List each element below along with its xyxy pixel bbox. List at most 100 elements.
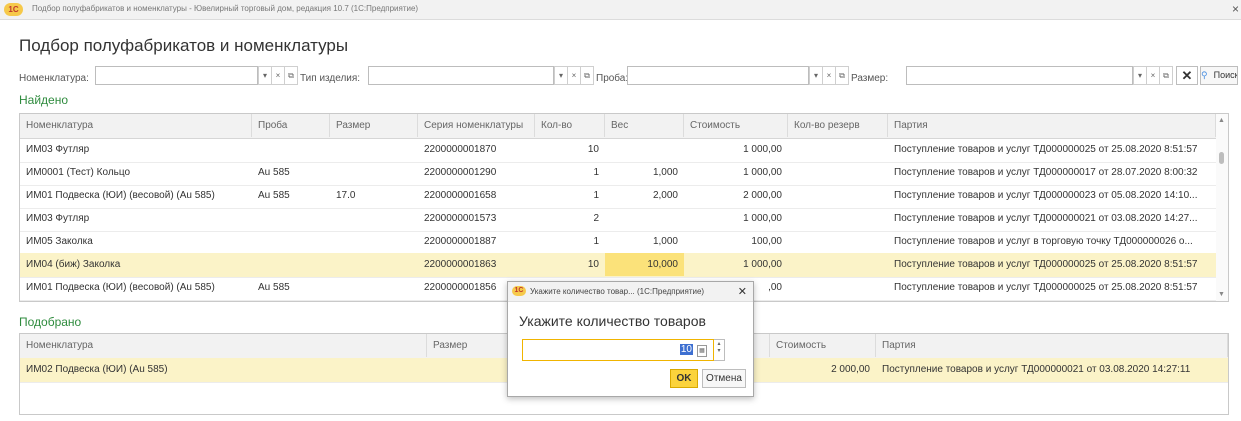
table-cell-reserve [788, 184, 888, 207]
found-column-header[interactable]: Партия [888, 114, 1216, 137]
table-row[interactable]: ИМ05 Заколка 2200000001887 1 1,000 100,00 Пос… [20, 230, 1228, 255]
table-cell-name: ИМ04 (биж) Заколка [26, 259, 121, 270]
found-table-header: Номенклатура Проба Размер Серия номенклатур… [20, 114, 1228, 139]
scroll-down-icon[interactable]: ▼ [1218, 291, 1225, 298]
table-row[interactable]: ИМ04 (биж) Заколка 2200000001863 10 10,000 1… [20, 253, 1228, 278]
table-cell-reserve [788, 230, 888, 253]
table-cell-series: 2200000001290 [424, 167, 497, 178]
nomenclature-filter-label: Номенклатура: [19, 73, 89, 84]
dropdown-icon[interactable]: ▾ [1133, 66, 1147, 85]
table-cell-reserve [788, 138, 888, 161]
table-cell-cost: 1 000,00 [743, 259, 782, 270]
found-column-header[interactable]: Серия номенклатуры [418, 114, 535, 137]
clear-icon[interactable]: × [1146, 66, 1160, 85]
open-icon[interactable]: ⧉ [580, 66, 594, 85]
found-column-header[interactable]: Кол-во [535, 114, 605, 137]
table-cell-qty: 1 [593, 167, 599, 178]
scroll-up-icon[interactable]: ▲ [1218, 117, 1225, 124]
table-cell-cost: 1 000,00 [743, 167, 782, 178]
table-cell-reserve [788, 253, 888, 276]
table-cell-reserve [788, 276, 888, 299]
app-logo-icon: 1C [512, 286, 526, 296]
table-row[interactable]: ИМ03 Футляр 2200000001573 2 1 000,00 Поступл… [20, 207, 1228, 232]
table-cell-reserve [788, 161, 888, 184]
app-logo-icon: 1C [4, 3, 23, 16]
selected-column-header[interactable]: Номенклатура [20, 334, 427, 357]
dropdown-icon[interactable]: ▾ [258, 66, 272, 85]
dialog-close-icon[interactable]: ✕ [738, 285, 747, 298]
assay-filter-input[interactable] [627, 66, 809, 85]
clear-filters-button[interactable]: ✕ [1176, 66, 1198, 85]
window-close-icon[interactable]: × [1232, 2, 1239, 16]
table-cell-cost: 1 000,00 [743, 213, 782, 224]
cancel-button[interactable]: Отмена [702, 369, 746, 388]
table-cell-batch: Поступление товаров и услуг ТД000000023 … [894, 190, 1198, 201]
calculator-icon[interactable]: ▦ [697, 345, 707, 357]
found-column-header[interactable]: Размер [330, 114, 418, 137]
open-icon[interactable]: ⧉ [1159, 66, 1173, 85]
found-column-header[interactable]: Номенклатура [20, 114, 252, 137]
quantity-value: 10 [679, 344, 693, 355]
table-cell-size: 17.0 [336, 190, 356, 201]
product-type-filter-input[interactable] [368, 66, 554, 85]
table-cell-assay: Au 585 [258, 167, 290, 178]
table-cell-weight: 1,000 [652, 167, 678, 178]
quantity-input[interactable]: 10 ▦ [522, 339, 714, 361]
table-cell-series: 2200000001870 [424, 144, 497, 155]
table-cell-weight [605, 138, 684, 161]
table-cell-batch: Поступление товаров и услуг ТД000000025 … [894, 144, 1198, 155]
table-cell-size [330, 276, 418, 299]
table-row[interactable]: ИМ0001 (Тест) Кольцо Au 585 2200000001290 1… [20, 161, 1228, 186]
open-icon[interactable]: ⧉ [284, 66, 298, 85]
size-filter-label: Размер: [851, 73, 889, 84]
table-cell-name: ИМ05 Заколка [26, 236, 93, 247]
scroll-thumb[interactable] [1219, 152, 1224, 164]
selected-column-header[interactable]: Стоимость [770, 334, 876, 357]
found-column-header[interactable]: Вес [605, 114, 684, 137]
table-cell-series: 2200000001573 [424, 213, 497, 224]
found-table: Номенклатура Проба Размер Серия номенклатур… [19, 113, 1229, 302]
nomenclature-filter-input[interactable] [95, 66, 258, 85]
dialog-titlebar: 1C Укажите количество товар... (1С:Предп… [508, 282, 753, 302]
table-cell-batch: Поступление товаров и услуг ТД000000017 … [894, 167, 1198, 178]
table-cell-name: ИМ0001 (Тест) Кольцо [26, 167, 131, 178]
open-icon[interactable]: ⧉ [835, 66, 849, 85]
table-row[interactable]: ИМ03 Футляр 2200000001870 10 1 000,00 Поступ… [20, 138, 1228, 163]
table-cell-weight: 1,000 [652, 236, 678, 247]
table-row[interactable]: ИМ01 Подвеска (ЮИ) (весовой) (Au 585) Au … [20, 184, 1228, 209]
clear-icon[interactable]: × [271, 66, 285, 85]
table-cell-qty: 10 [587, 259, 599, 270]
table-cell-name: ИМ03 Футляр [26, 213, 90, 224]
dropdown-icon[interactable]: ▾ [809, 66, 823, 85]
table-cell-assay: Au 585 [258, 190, 290, 201]
clear-icon[interactable]: × [822, 66, 836, 85]
table-cell-batch: Поступление товаров и услуг ТД000000025 … [894, 259, 1198, 270]
table-cell-batch: Поступление товаров и услуг ТД000000025 … [894, 282, 1198, 293]
quantity-stepper[interactable]: ▴ ▾ [714, 339, 725, 361]
found-column-header[interactable]: Стоимость [684, 114, 788, 137]
found-column-header[interactable]: Проба [252, 114, 330, 137]
table-cell-name: ИМ02 Подвеска (ЮИ) (Au 585) [26, 364, 168, 375]
found-scrollbar[interactable]: ▲ ▼ [1216, 114, 1228, 301]
table-cell-weight [605, 207, 684, 230]
table-cell-batch: Поступление товаров и услуг ТД000000021 … [882, 364, 1191, 375]
table-cell-qty: 10 [587, 144, 599, 155]
product-type-filter-label: Тип изделия: [300, 73, 361, 84]
window-title: Подбор полуфабрикатов и номенклатуры - Ю… [32, 4, 419, 13]
table-cell-name: ИМ03 Футляр [26, 144, 90, 155]
table-cell-batch: Поступление товаров и услуг в торговую т… [894, 236, 1193, 247]
dropdown-icon[interactable]: ▾ [554, 66, 568, 85]
table-cell-weight: 10,000 [605, 253, 684, 276]
search-button-label: Поиск [1213, 70, 1238, 80]
selected-column-header[interactable]: Партия [876, 334, 1228, 357]
table-cell-series: 2200000001658 [424, 190, 497, 201]
search-icon: ⚲ [1201, 70, 1208, 80]
found-column-header[interactable]: Кол-во резерв [788, 114, 888, 137]
found-section-title: Найдено [19, 93, 69, 107]
ok-button[interactable]: OK [670, 369, 698, 388]
clear-icon[interactable]: × [567, 66, 581, 85]
table-cell-cost: 2 000,00 [831, 364, 870, 375]
table-cell-assay [252, 207, 330, 230]
search-button-icon-wrap[interactable]: ⚲ Поиск [1200, 66, 1238, 85]
size-filter-input[interactable] [906, 66, 1133, 85]
